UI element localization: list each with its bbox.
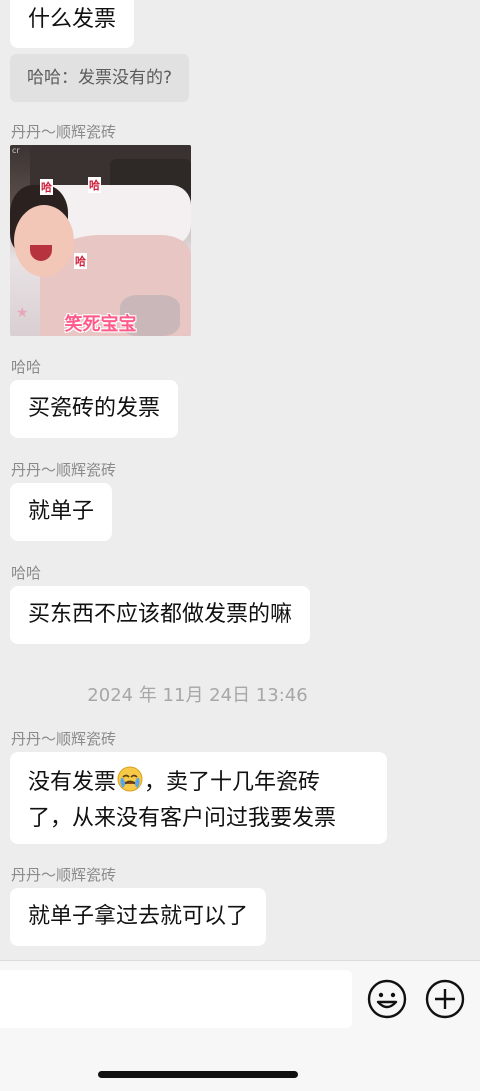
plus-icon[interactable] bbox=[425, 979, 465, 1019]
message-bubble[interactable]: 买东西不应该都做发票的嘛 bbox=[10, 586, 311, 644]
sender-name: 丹丹～顺辉瓷砖 bbox=[11, 123, 117, 141]
sender-name: 哈哈 bbox=[11, 358, 42, 376]
message-text: 就单子 bbox=[28, 499, 95, 524]
message-bubble[interactable]: 就单子拿过去就可以了 bbox=[10, 888, 267, 946]
sticker-caption: 笑死宝宝 bbox=[64, 314, 137, 335]
sender-name: 丹丹～顺辉瓷砖 bbox=[11, 461, 117, 479]
message-bubble[interactable]: 就单子 bbox=[10, 483, 113, 541]
message-text: 了，从来没有客户问过我要发票 bbox=[28, 806, 337, 831]
sticker-sound-text: 哈 bbox=[74, 253, 87, 269]
message-text: 买东西不应该都做发票的嘛 bbox=[28, 602, 293, 627]
sender-name: 丹丹～顺辉瓷砖 bbox=[11, 730, 117, 748]
sticker-sound-text: 哈 bbox=[88, 177, 101, 193]
sticker-sound-text: 哈 bbox=[40, 179, 53, 195]
crying-face-icon bbox=[116, 765, 144, 803]
sticker-image[interactable]: cr 哈 哈 哈 ★ 笑死宝宝 bbox=[10, 145, 191, 336]
emoji-icon[interactable] bbox=[367, 979, 407, 1019]
message-text: 就单子拿过去就可以了 bbox=[28, 904, 249, 929]
message-text: 什么发票 bbox=[28, 7, 117, 32]
sender-name: 哈哈 bbox=[11, 564, 42, 582]
message-input[interactable] bbox=[0, 970, 352, 1028]
quoted-text: 哈哈：发票没有的? bbox=[27, 68, 173, 88]
home-indicator[interactable] bbox=[98, 1071, 298, 1078]
sticker-watermark: cr bbox=[12, 146, 20, 155]
sender-name: 丹丹～顺辉瓷砖 bbox=[11, 866, 117, 884]
message-bubble[interactable]: 没有发票 ，卖了十几年瓷砖 了，从来没有客户问过我要发票 bbox=[10, 752, 387, 844]
chat-timestamp: 2024 年 11月 24日 13:46 bbox=[87, 685, 308, 706]
message-bubble[interactable]: 买瓷砖的发票 bbox=[10, 380, 179, 438]
message-text: ，卖了十几年瓷砖 bbox=[144, 770, 321, 795]
sticker-baby-face bbox=[14, 205, 74, 277]
message-bubble[interactable]: 什么发票 bbox=[10, 0, 135, 48]
message-text: 买瓷砖的发票 bbox=[28, 396, 161, 421]
quoted-message[interactable]: 哈哈：发票没有的? bbox=[10, 54, 190, 102]
message-text: 没有发票 bbox=[28, 770, 117, 795]
